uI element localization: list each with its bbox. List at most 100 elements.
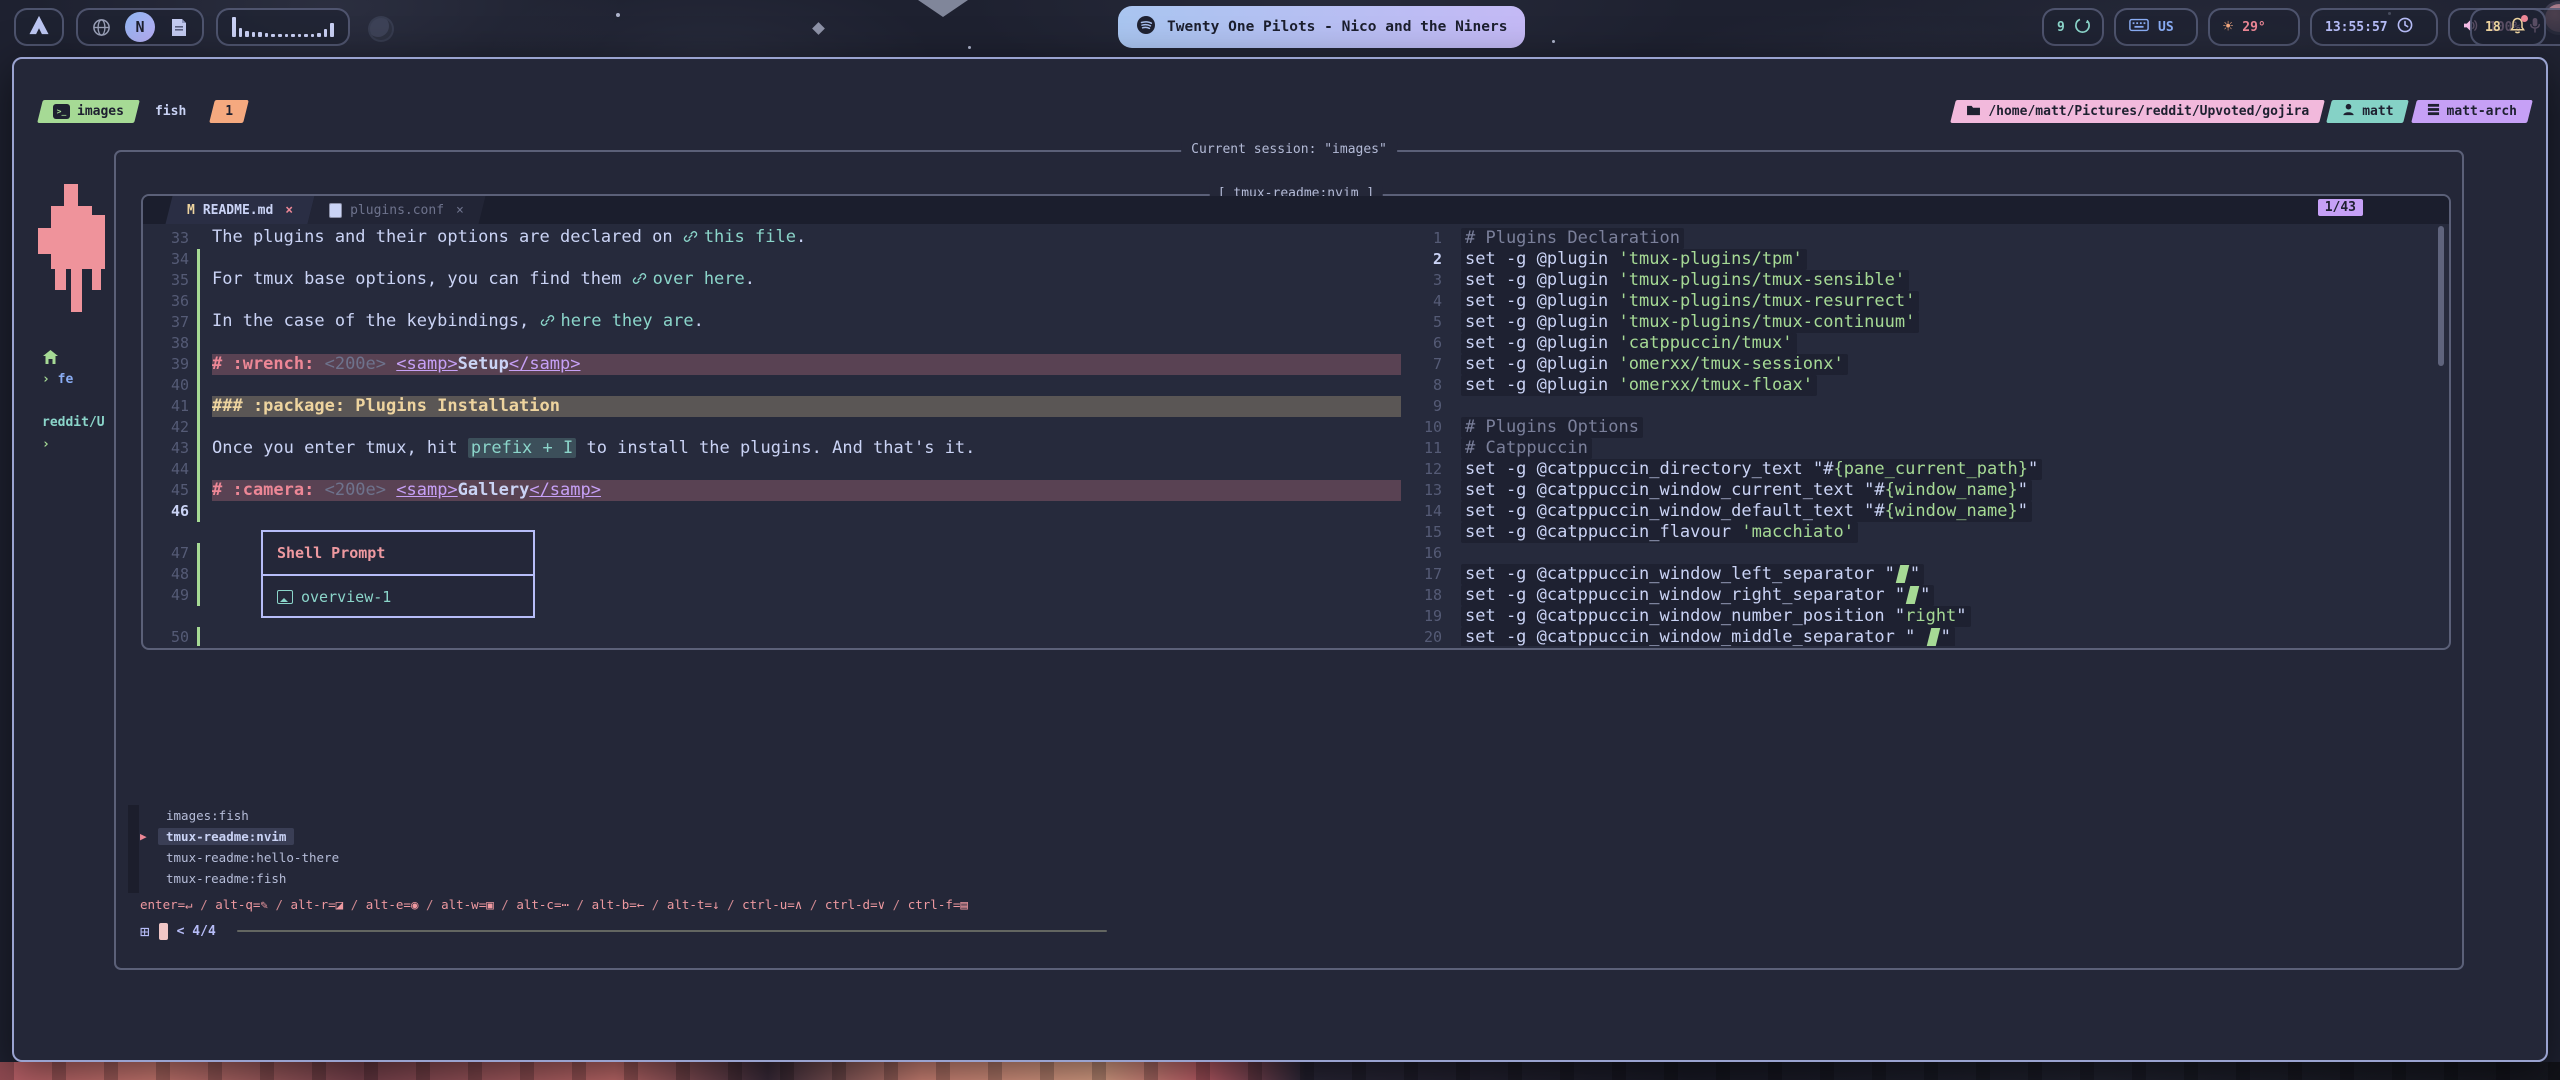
tab-plugins-conf[interactable]: plugins.conf ×: [311, 196, 482, 224]
code-segment: In the case of the keybindings,: [212, 311, 540, 331]
tmux-session-name: images: [77, 104, 124, 119]
code-segment: The plugins and their options are declar…: [212, 227, 683, 247]
keybind-hint: alt-c=⋯: [516, 897, 569, 912]
git-gutter: [197, 480, 200, 501]
code-segment: set -g @catppuccin_window_middle_separat…: [1465, 627, 1926, 646]
keybind-hint: alt-w=▣: [441, 897, 494, 912]
visualizer-bar: [317, 33, 321, 37]
editor-line: 10# Plugins Options: [1416, 417, 2449, 438]
tmux-session-tab[interactable]: >_ images: [40, 100, 137, 123]
visualizer-bar: [304, 34, 308, 37]
visualizer-bar: [330, 23, 334, 37]
neovim-icon[interactable]: N: [125, 12, 155, 42]
browser-globe-icon[interactable]: [91, 17, 111, 37]
code-segment: prefix + I: [468, 438, 576, 458]
now-playing-widget[interactable]: Twenty One Pilots - Nico and the Niners: [1118, 6, 1525, 48]
session-list-item[interactable]: images:fish: [140, 805, 2438, 826]
session-label: tmux-readme:hello-there: [158, 849, 347, 866]
keyboard-icon: [2129, 18, 2149, 36]
preview-scroll-indicator: 1/43: [2318, 199, 2363, 216]
editor-tabbar: M README.md × plugins.conf ×: [143, 196, 2449, 224]
code-segment: For tmux base options, you can find them: [212, 269, 632, 289]
tmux-window-name[interactable]: fish: [155, 104, 186, 119]
updates-count: 9: [2057, 20, 2065, 35]
popup-title: Current session: "images": [1181, 142, 1397, 157]
code-segment: # Plugins Options: [1465, 417, 1639, 437]
spotify-icon: [1136, 15, 1156, 39]
keybind-separator: /: [569, 897, 592, 912]
tab-readme[interactable]: M README.md ×: [169, 196, 311, 224]
session-list-item[interactable]: tmux-readme:hello-there: [140, 847, 2438, 868]
editor-line: 4set -g @plugin 'tmux-plugins/tmux-resur…: [1416, 291, 2449, 312]
editor-line: 41### :package: Plugins Installation: [143, 396, 1401, 417]
clock-widget[interactable]: 13:55:57: [2310, 8, 2438, 46]
git-gutter: [197, 585, 200, 606]
visualizer-bar: [291, 34, 295, 37]
editor-line: 38: [143, 333, 1401, 354]
code-segment: {window_name}: [1885, 501, 2018, 521]
editor-line: 33The plugins and their options are decl…: [143, 228, 1401, 249]
git-gutter: [1450, 270, 1453, 291]
git-gutter: [197, 354, 200, 375]
code-segment: set -g @catppuccin_window_number_positio…: [1465, 606, 1905, 626]
git-gutter: [197, 312, 200, 333]
code-segment: <samp>: [396, 480, 457, 500]
weather-widget[interactable]: ☀ 29°: [2208, 8, 2300, 46]
git-gutter: [1450, 228, 1453, 249]
code-segment: set -g @catppuccin_window_left_separator…: [1465, 564, 1895, 584]
shell-cwd: reddit/U: [42, 415, 105, 430]
keybind-hint: alt-e=◉: [366, 897, 419, 912]
keybind-hint: alt-q=✎: [215, 897, 268, 912]
keyboard-layout-widget[interactable]: US: [2114, 8, 2198, 46]
editor-line: 50: [143, 627, 1401, 646]
git-gutter: [1450, 291, 1453, 312]
tmux-user-chip: matt: [2329, 100, 2406, 123]
notes-icon[interactable]: [169, 17, 189, 37]
launcher-button[interactable]: [14, 8, 64, 46]
markdown-link[interactable]: over here: [632, 269, 745, 289]
keybind-separator: /: [644, 897, 667, 912]
markdown-link[interactable]: this file: [683, 227, 796, 247]
keybind-hint: ctrl-f=▤: [908, 897, 968, 912]
code-segment: ": [2018, 480, 2028, 500]
code-segment: </samp>: [509, 354, 581, 374]
session-list-item[interactable]: ▶tmux-readme:nvim: [140, 826, 2438, 847]
time-value: 13:55:57: [2325, 20, 2388, 35]
tmux-user: matt: [2362, 104, 2393, 119]
session-label: images:fish: [158, 807, 257, 824]
git-gutter: [1450, 375, 1453, 396]
session-label: tmux-readme:fish: [158, 870, 294, 887]
git-gutter: [197, 606, 200, 627]
code-segment: 'tmux-plugins/tmux-sensible': [1619, 270, 1906, 290]
keybind-separator: /: [802, 897, 825, 912]
code-segment: ": [1941, 627, 1951, 646]
close-icon[interactable]: ×: [285, 203, 293, 218]
code-segment: <200e>: [325, 480, 397, 500]
notifications-widget[interactable]: 18: [2470, 8, 2546, 46]
code-segment: .: [694, 311, 704, 331]
code-segment: # :wrench:: [212, 354, 325, 374]
code-segment: .: [745, 269, 755, 289]
tmux-window-index[interactable]: 1: [212, 100, 246, 123]
finder-prompt[interactable]: ⊞ < 4/4: [140, 920, 2438, 942]
code-segment: </samp>: [529, 480, 601, 500]
keyboard-layout: US: [2158, 20, 2174, 35]
close-icon[interactable]: ×: [456, 203, 464, 218]
code-segment: 'omerxx/tmux-floax': [1619, 375, 1813, 395]
markdown-link[interactable]: here they are: [540, 311, 694, 331]
editor-line: 20set -g @catppuccin_window_middle_separ…: [1416, 627, 2449, 646]
keybind-hint: alt-t=↓: [667, 897, 720, 912]
code-segment: set -g @catppuccin_window_current_text "…: [1465, 480, 1885, 500]
markdown-table: Shell Prompt overview-1: [261, 530, 535, 618]
code-segment: Setup: [458, 354, 509, 374]
git-gutter: [1450, 543, 1453, 564]
table-cell-label[interactable]: overview-1: [301, 576, 391, 618]
code-segment: 'tmux-plugins/tpm': [1619, 249, 1803, 269]
visualizer-bar: [252, 32, 256, 37]
visualizer-bar: [265, 33, 269, 37]
audio-visualizer: [216, 8, 350, 46]
updates-widget[interactable]: 9: [2042, 8, 2104, 46]
code-segment: set -g @plugin: [1465, 249, 1619, 269]
keybind-hint: ctrl-u=∧: [742, 897, 802, 912]
session-list-item[interactable]: tmux-readme:fish: [140, 868, 2438, 889]
